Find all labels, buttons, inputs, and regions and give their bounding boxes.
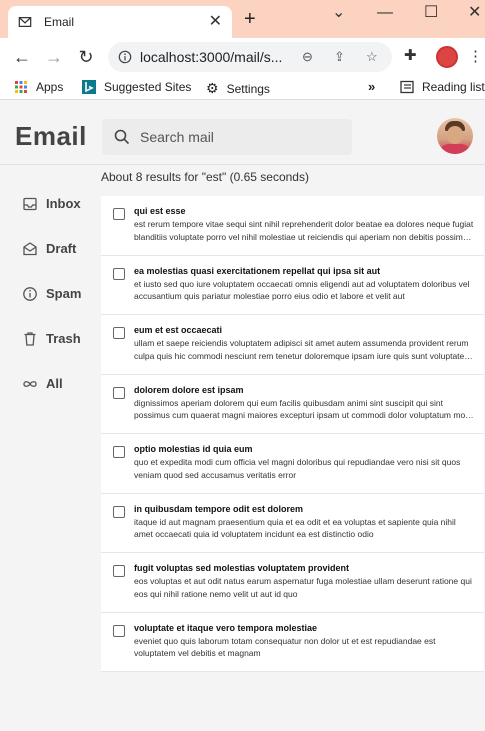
sidebar-item-inbox[interactable]: Inbox bbox=[0, 181, 100, 226]
reading-list-button[interactable]: Reading list bbox=[400, 80, 485, 94]
reading-list-label: Reading list bbox=[422, 80, 485, 94]
mail-snippet: eveniet quo quis laborum totam consequat… bbox=[134, 635, 436, 659]
share-icon[interactable]: ⇪ bbox=[334, 49, 345, 65]
mail-snippet: est rerum tempore vitae sequi sint nihil… bbox=[134, 219, 474, 242]
mail-checkbox[interactable] bbox=[113, 565, 125, 577]
bookmark-label: Suggested Sites bbox=[104, 80, 192, 94]
mail-subject: voluptate et itaque vero tempora molesti… bbox=[134, 622, 318, 633]
mail-list-item[interactable]: in quibusdam tempore odit est dolorem ita… bbox=[101, 494, 484, 553]
mail-checkbox[interactable] bbox=[113, 386, 125, 399]
app-logo[interactable]: Email bbox=[15, 121, 87, 152]
mail-checkbox[interactable] bbox=[113, 208, 125, 220]
tab-search-chevron-icon[interactable]: ⌄ bbox=[332, 2, 345, 22]
mail-snippet: ullam et saepe reiciendis voluptatem adi… bbox=[134, 338, 472, 361]
sidebar-item-label: All bbox=[46, 376, 63, 391]
sidebar-item-draft[interactable]: Draft bbox=[0, 226, 100, 271]
zoom-icon[interactable]: ⊖ bbox=[302, 49, 313, 65]
sidebar-item-trash[interactable]: Trash bbox=[0, 316, 100, 361]
mail-checkbox[interactable] bbox=[113, 267, 125, 280]
mail-snippet: dignissimos aperiam dolorem qui eum faci… bbox=[134, 397, 472, 421]
sidebar-item-label: Draft bbox=[46, 241, 77, 256]
search-bar[interactable] bbox=[102, 119, 352, 155]
mail-list-item[interactable]: ea molestias quasi exercitationem repell… bbox=[101, 256, 484, 315]
search-icon bbox=[114, 129, 130, 145]
mail-list-item[interactable]: optio molestias id quia eum quo et expedi… bbox=[101, 434, 484, 494]
email-app: Email About 8 results for "est" (0.65 se… bbox=[0, 101, 485, 731]
extensions-puzzle-icon[interactable]: ✚ bbox=[404, 46, 417, 64]
mail-list-item[interactable]: fugit voluptas sed molestias voluptatem … bbox=[101, 553, 484, 613]
mail-subject: ea molestias quasi exercitationem repell… bbox=[134, 265, 381, 276]
app-header: Email bbox=[0, 101, 485, 165]
trash-icon bbox=[24, 331, 36, 346]
browser-tab[interactable]: Email ✕ bbox=[8, 6, 232, 38]
browser-profile-avatar[interactable] bbox=[436, 46, 458, 68]
forward-icon[interactable]: → bbox=[38, 47, 70, 68]
mail-subject: qui est esse bbox=[134, 206, 186, 216]
sidebar-item-spam[interactable]: Spam bbox=[0, 271, 100, 316]
gear-icon: ⚙ bbox=[206, 80, 219, 96]
window-close-icon[interactable]: ✕ bbox=[468, 2, 481, 22]
browser-menu-icon[interactable]: ⋮ bbox=[468, 47, 483, 65]
reading-list-icon bbox=[400, 80, 414, 94]
sidebar-nav: Inbox Draft Spam Trash All bbox=[0, 181, 100, 406]
new-tab-icon[interactable]: + bbox=[244, 8, 256, 30]
mail-snippet: quo et expedita modi cum officia vel mag… bbox=[134, 457, 461, 480]
sidebar-item-label: Inbox bbox=[46, 196, 81, 211]
bookmark-label: Apps bbox=[36, 80, 64, 94]
reload-icon[interactable]: ↻ bbox=[70, 47, 102, 68]
bookmarks-overflow-icon[interactable]: » bbox=[368, 79, 375, 94]
maximize-icon[interactable]: ☐ bbox=[424, 2, 438, 22]
mail-checkbox[interactable] bbox=[113, 327, 125, 339]
search-results-summary: About 8 results for "est" (0.65 seconds) bbox=[101, 170, 309, 184]
bookmarks-bar: Apps Suggested Sites ⚙ Settings » Readin… bbox=[0, 76, 485, 100]
infinity-icon bbox=[23, 380, 37, 387]
spam-icon bbox=[23, 286, 37, 301]
tab-title: Email bbox=[44, 15, 75, 29]
mail-list-item[interactable]: voluptate et itaque vero tempora molesti… bbox=[101, 613, 484, 672]
mail-checkbox[interactable] bbox=[113, 446, 125, 458]
tab-close-icon[interactable]: ✕ bbox=[209, 14, 222, 30]
browser-tab-bar: Email ✕ + ⌄ — ☐ ✕ bbox=[0, 0, 485, 38]
browser-toolbar: ← → ↻ localhost:3000/mail/s... ⊖ ⇪ ☆ ✚ ⋮ bbox=[0, 38, 485, 76]
mail-list-item[interactable]: qui est esse est rerum tempore vitae sequ… bbox=[101, 196, 484, 256]
mail-subject: eum et est occaecati bbox=[134, 325, 223, 335]
bookmark-star-icon[interactable]: ☆ bbox=[366, 49, 378, 65]
mail-list-item[interactable]: eum et est occaecati ullam et saepe reici… bbox=[101, 315, 484, 375]
mail-list-item[interactable]: dolorem dolore est ipsam dignissimos aper… bbox=[101, 375, 484, 434]
back-icon[interactable]: ← bbox=[6, 47, 38, 68]
site-info-icon[interactable] bbox=[118, 50, 132, 64]
minimize-icon[interactable]: — bbox=[377, 4, 393, 22]
bookmark-settings[interactable]: ⚙ Settings bbox=[206, 80, 270, 97]
mail-tab-icon bbox=[18, 17, 32, 27]
bookmark-suggested-sites[interactable]: Suggested Sites bbox=[82, 80, 191, 94]
mail-checkbox[interactable] bbox=[113, 505, 125, 518]
search-input[interactable] bbox=[140, 129, 340, 145]
mail-subject: fugit voluptas sed molestias voluptatem … bbox=[134, 563, 350, 573]
inbox-icon bbox=[23, 197, 37, 210]
draft-icon bbox=[23, 241, 37, 255]
address-bar[interactable]: localhost:3000/mail/s... ⊖ ⇪ ☆ bbox=[108, 42, 392, 72]
mail-snippet: et iusto sed quo iure voluptatem occaeca… bbox=[134, 278, 470, 302]
sidebar-item-label: Trash bbox=[46, 331, 81, 346]
bing-icon bbox=[82, 80, 96, 94]
mail-snippet: itaque id aut magnam praesentium quia et… bbox=[134, 516, 456, 540]
sidebar-item-all[interactable]: All bbox=[0, 361, 100, 406]
mail-snippet: eos voluptas et aut odit natus earum asp… bbox=[134, 576, 472, 599]
apps-grid-icon bbox=[15, 81, 27, 93]
mail-checkbox[interactable] bbox=[113, 624, 125, 637]
sidebar-item-label: Spam bbox=[46, 286, 82, 301]
mail-subject: dolorem dolore est ipsam bbox=[134, 384, 244, 395]
url-text[interactable]: localhost:3000/mail/s... bbox=[140, 49, 290, 65]
mail-subject: optio molestias id quia eum bbox=[134, 444, 253, 454]
bookmark-apps[interactable]: Apps bbox=[14, 80, 63, 94]
user-avatar[interactable] bbox=[437, 118, 473, 154]
bookmark-label: Settings bbox=[226, 81, 270, 96]
mail-subject: in quibusdam tempore odit est dolorem bbox=[134, 503, 304, 514]
mail-list: qui est esse est rerum tempore vitae sequ… bbox=[101, 196, 484, 672]
